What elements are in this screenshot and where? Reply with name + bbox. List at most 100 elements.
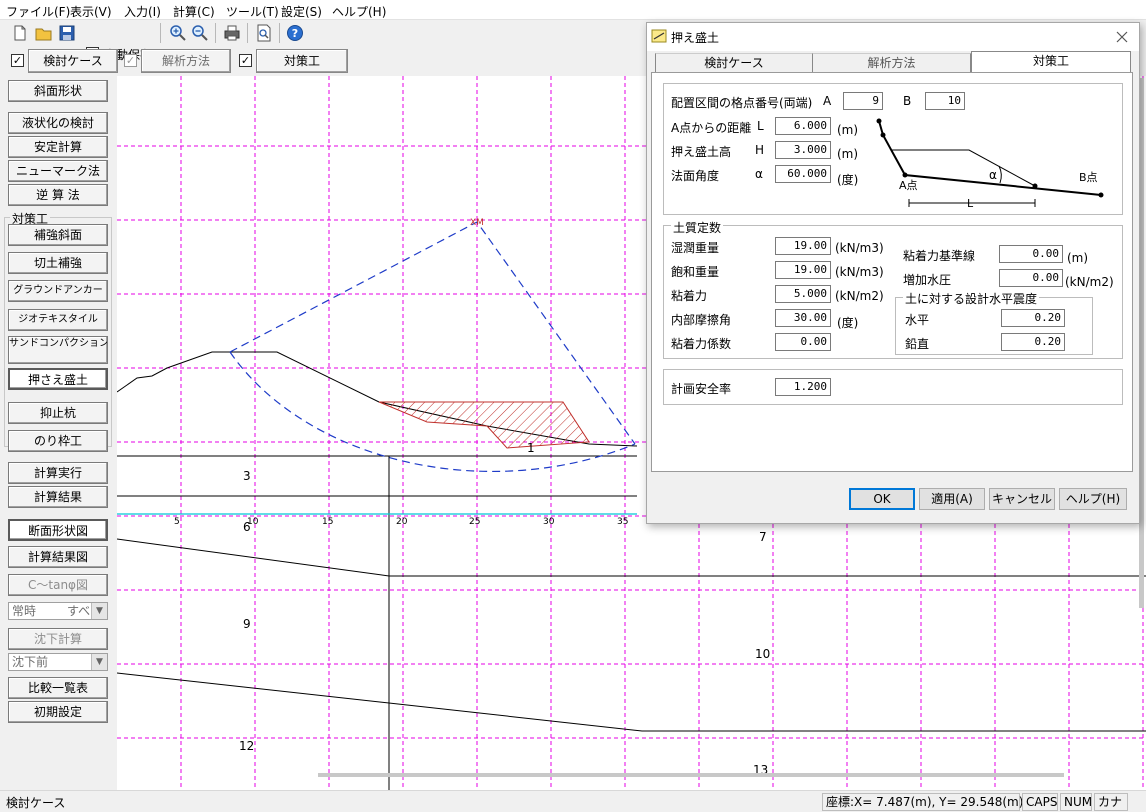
countermeasure-checkbox[interactable]: ✓ bbox=[239, 54, 252, 67]
x-tick: 5 bbox=[174, 517, 180, 527]
distance-input[interactable]: 6.000 bbox=[775, 117, 831, 135]
safety-input[interactable]: 1.200 bbox=[775, 378, 831, 396]
menu-help[interactable]: ヘルプ(H) bbox=[332, 3, 386, 20]
toolbar-separator bbox=[160, 23, 161, 43]
placement-label: 配置区間の格点番号(両端) bbox=[671, 96, 813, 110]
angle-symbol: α bbox=[755, 167, 763, 181]
new-file-icon[interactable] bbox=[10, 23, 30, 43]
seismic-horizontal-input[interactable]: 0.20 bbox=[1001, 309, 1065, 327]
seismic-vertical-label: 鉛直 bbox=[905, 337, 930, 351]
back-calc-button[interactable]: 逆 算 法 bbox=[8, 184, 108, 206]
menu-file[interactable]: ファイル(F) bbox=[6, 3, 70, 20]
ok-button[interactable]: OK bbox=[849, 488, 915, 510]
apply-button[interactable]: 適用(A) bbox=[919, 488, 985, 510]
x-tick: 15 bbox=[322, 517, 333, 527]
left-panel: 斜面形状 液状化の検討 安定計算 ニューマーク法 逆 算 法 対策工 補強斜面 … bbox=[0, 76, 116, 790]
case-combo[interactable]: 常時 すべ ▼ bbox=[8, 602, 108, 620]
help-button[interactable]: ヘルプ(H) bbox=[1059, 488, 1127, 510]
sat-weight-input[interactable]: 19.00 bbox=[775, 261, 831, 279]
section-view-button[interactable]: 断面形状図 bbox=[8, 519, 108, 541]
run-calc-button[interactable]: 計算実行 bbox=[8, 462, 108, 484]
horizontal-scrollbar[interactable] bbox=[318, 773, 1064, 777]
menu-settings[interactable]: 設定(S) bbox=[281, 3, 322, 20]
close-icon[interactable] bbox=[1115, 30, 1129, 44]
friction-label: 内部摩擦角 bbox=[671, 313, 732, 327]
menu-calc[interactable]: 計算(C) bbox=[173, 3, 215, 20]
help-icon[interactable]: ? bbox=[285, 23, 305, 43]
wet-weight-unit: (kN/m3) bbox=[835, 241, 884, 255]
ground-anchor-button[interactable]: グラウンドアンカー bbox=[8, 280, 108, 302]
angle-unit: (度) bbox=[837, 173, 859, 187]
counterweight-fill-dialog: 押え盛土 検討ケース 解析方法 対策工 配置区間の格点番号(両端) A 9 B … bbox=[646, 22, 1140, 524]
layer-label: 1 bbox=[527, 441, 535, 455]
sat-weight-label: 飽和重量 bbox=[671, 265, 720, 279]
cohesion-base-input[interactable]: 0.00 bbox=[999, 245, 1063, 263]
counterweight-fill-button[interactable]: 押さえ盛土 bbox=[8, 368, 108, 390]
seismic-vertical-input[interactable]: 0.20 bbox=[1001, 333, 1065, 351]
menu-view[interactable]: 表示(V) bbox=[70, 3, 112, 20]
tab-analysis[interactable]: 解析方法 bbox=[813, 53, 971, 73]
dialog-title-bar[interactable]: 押え盛土 bbox=[647, 23, 1139, 51]
friction-input[interactable]: 30.00 bbox=[775, 309, 831, 327]
counterweight-diagram: A点 B点 α L bbox=[871, 117, 1105, 213]
water-pressure-input[interactable]: 0.00 bbox=[999, 269, 1063, 287]
chevron-down-icon[interactable]: ▼ bbox=[91, 603, 107, 619]
result-view-button[interactable]: 計算結果図 bbox=[8, 546, 108, 568]
status-caps: CAPS bbox=[1022, 793, 1058, 811]
slope-shape-button[interactable]: 斜面形状 bbox=[8, 80, 108, 102]
cut-reinforce-button[interactable]: 切土補強 bbox=[8, 252, 108, 274]
deterrent-pile-button[interactable]: 抑止杭 bbox=[8, 402, 108, 424]
sand-compaction-pile-button[interactable]: サンドコンパクション パイル bbox=[8, 336, 108, 364]
layer-label: 7 bbox=[759, 530, 767, 544]
menu-tools[interactable]: ツール(T) bbox=[226, 3, 279, 20]
chevron-down-icon[interactable]: ▼ bbox=[91, 654, 107, 670]
case-checkbox[interactable]: ✓ bbox=[11, 54, 24, 67]
cohesion-base-label: 粘着力基準線 bbox=[903, 249, 976, 263]
layer-boundary-line bbox=[117, 672, 1146, 732]
safety-group bbox=[663, 369, 1123, 405]
slope-frame-button[interactable]: のり枠工 bbox=[8, 430, 108, 452]
analysis-method-button[interactable]: 解析方法 bbox=[141, 49, 231, 73]
zoom-out-icon[interactable] bbox=[190, 23, 210, 43]
settlement-calc-button[interactable]: 沈下計算 bbox=[8, 628, 108, 650]
angle-label: 法面角度 bbox=[671, 169, 720, 183]
print-preview-icon[interactable] bbox=[254, 23, 274, 43]
c-tan-view-button[interactable]: C〜tanφ図 bbox=[8, 574, 108, 596]
height-symbol: H bbox=[755, 143, 765, 157]
tab-countermeasure[interactable]: 対策工 bbox=[971, 51, 1131, 73]
zoom-in-icon[interactable] bbox=[168, 23, 188, 43]
cohesion-coef-input[interactable]: 0.00 bbox=[775, 333, 831, 351]
distance-symbol: L bbox=[757, 119, 764, 133]
wet-weight-input[interactable]: 19.00 bbox=[775, 237, 831, 255]
geotextile-button[interactable]: ジオテキスタイル bbox=[8, 309, 108, 331]
initial-settings-button[interactable]: 初期設定 bbox=[8, 701, 108, 723]
cohesion-input[interactable]: 5.000 bbox=[775, 285, 831, 303]
height-input[interactable]: 3.000 bbox=[775, 141, 831, 159]
diagram-b-point: B点 bbox=[1079, 171, 1098, 184]
status-bar: 検討ケース 座標:X= 7.487(m), Y= 29.548(m) CAPS … bbox=[0, 790, 1146, 812]
liquefaction-button[interactable]: 液状化の検討 bbox=[8, 112, 108, 134]
stability-calc-button[interactable]: 安定計算 bbox=[8, 136, 108, 158]
layer-boundary-line bbox=[117, 538, 1146, 577]
menu-input[interactable]: 入力(I) bbox=[124, 3, 161, 20]
angle-input[interactable]: 60.000 bbox=[775, 165, 831, 183]
case-button[interactable]: 検討ケース bbox=[28, 49, 118, 73]
print-icon[interactable] bbox=[222, 23, 242, 43]
toolbar-separator bbox=[279, 23, 280, 43]
placement-b-input[interactable]: 10 bbox=[925, 92, 965, 110]
cancel-button[interactable]: キャンセル bbox=[989, 488, 1055, 510]
placement-a-input[interactable]: 9 bbox=[843, 92, 883, 110]
water-pressure-label: 増加水圧 bbox=[903, 273, 952, 287]
countermeasure-button[interactable]: 対策工 bbox=[256, 49, 348, 73]
dialog-app-icon bbox=[651, 29, 667, 43]
save-icon[interactable] bbox=[57, 23, 77, 43]
compare-list-button[interactable]: 比較一覧表 bbox=[8, 677, 108, 699]
newmark-button[interactable]: ニューマーク法 bbox=[8, 160, 108, 182]
calc-result-button[interactable]: 計算結果 bbox=[8, 486, 108, 508]
settlement-combo[interactable]: 沈下前 ▼ bbox=[8, 653, 108, 671]
analysis-checkbox[interactable]: ✓ bbox=[124, 54, 137, 67]
reinforced-slope-button[interactable]: 補強斜面 bbox=[8, 224, 108, 246]
tab-case[interactable]: 検討ケース bbox=[655, 53, 813, 73]
placement-a-label: A bbox=[823, 94, 832, 108]
open-folder-icon[interactable] bbox=[34, 23, 54, 43]
